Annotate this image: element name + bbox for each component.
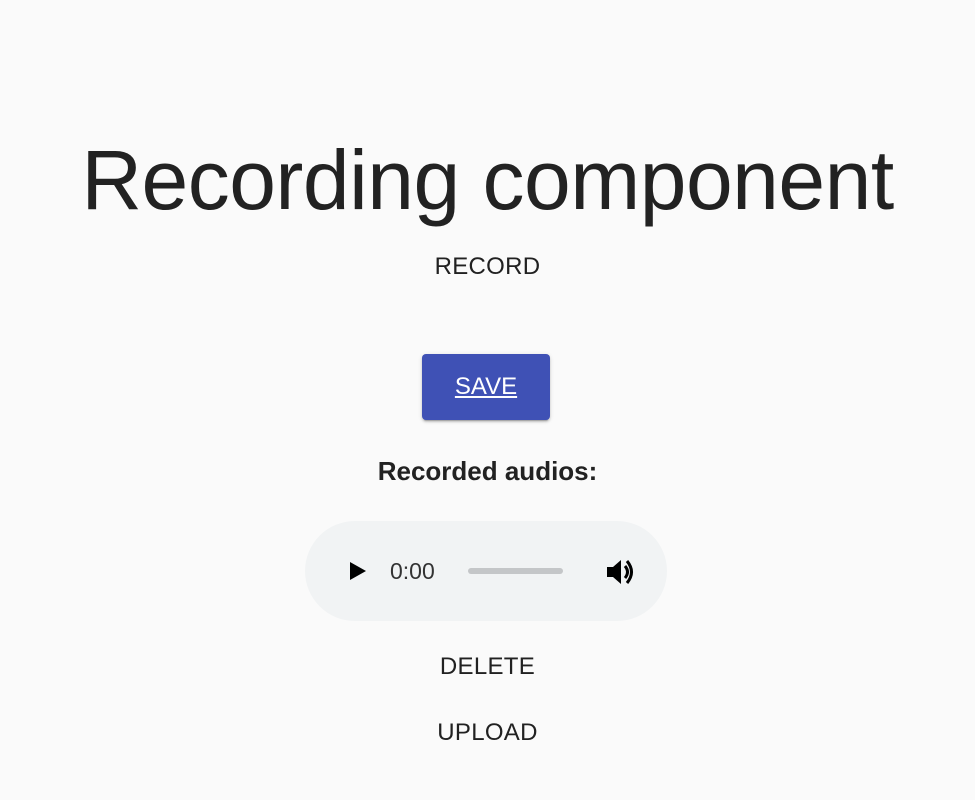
current-time: 0:00 [390,558,435,584]
page-title: Recording component [81,133,894,227]
volume-icon[interactable] [605,557,637,587]
save-button[interactable]: SAVE [422,354,550,420]
upload-button[interactable]: UPLOAD [429,712,546,754]
recording-page: Recording component RECORD SAVE Recorded… [0,0,975,800]
recorded-audios-heading: Recorded audios: [377,456,598,486]
play-icon[interactable] [345,559,369,583]
delete-button[interactable]: DELETE [432,646,543,688]
record-button[interactable]: RECORD [427,246,549,288]
progress-slider[interactable] [468,568,563,574]
audio-player[interactable]: 0:00 [305,521,667,621]
